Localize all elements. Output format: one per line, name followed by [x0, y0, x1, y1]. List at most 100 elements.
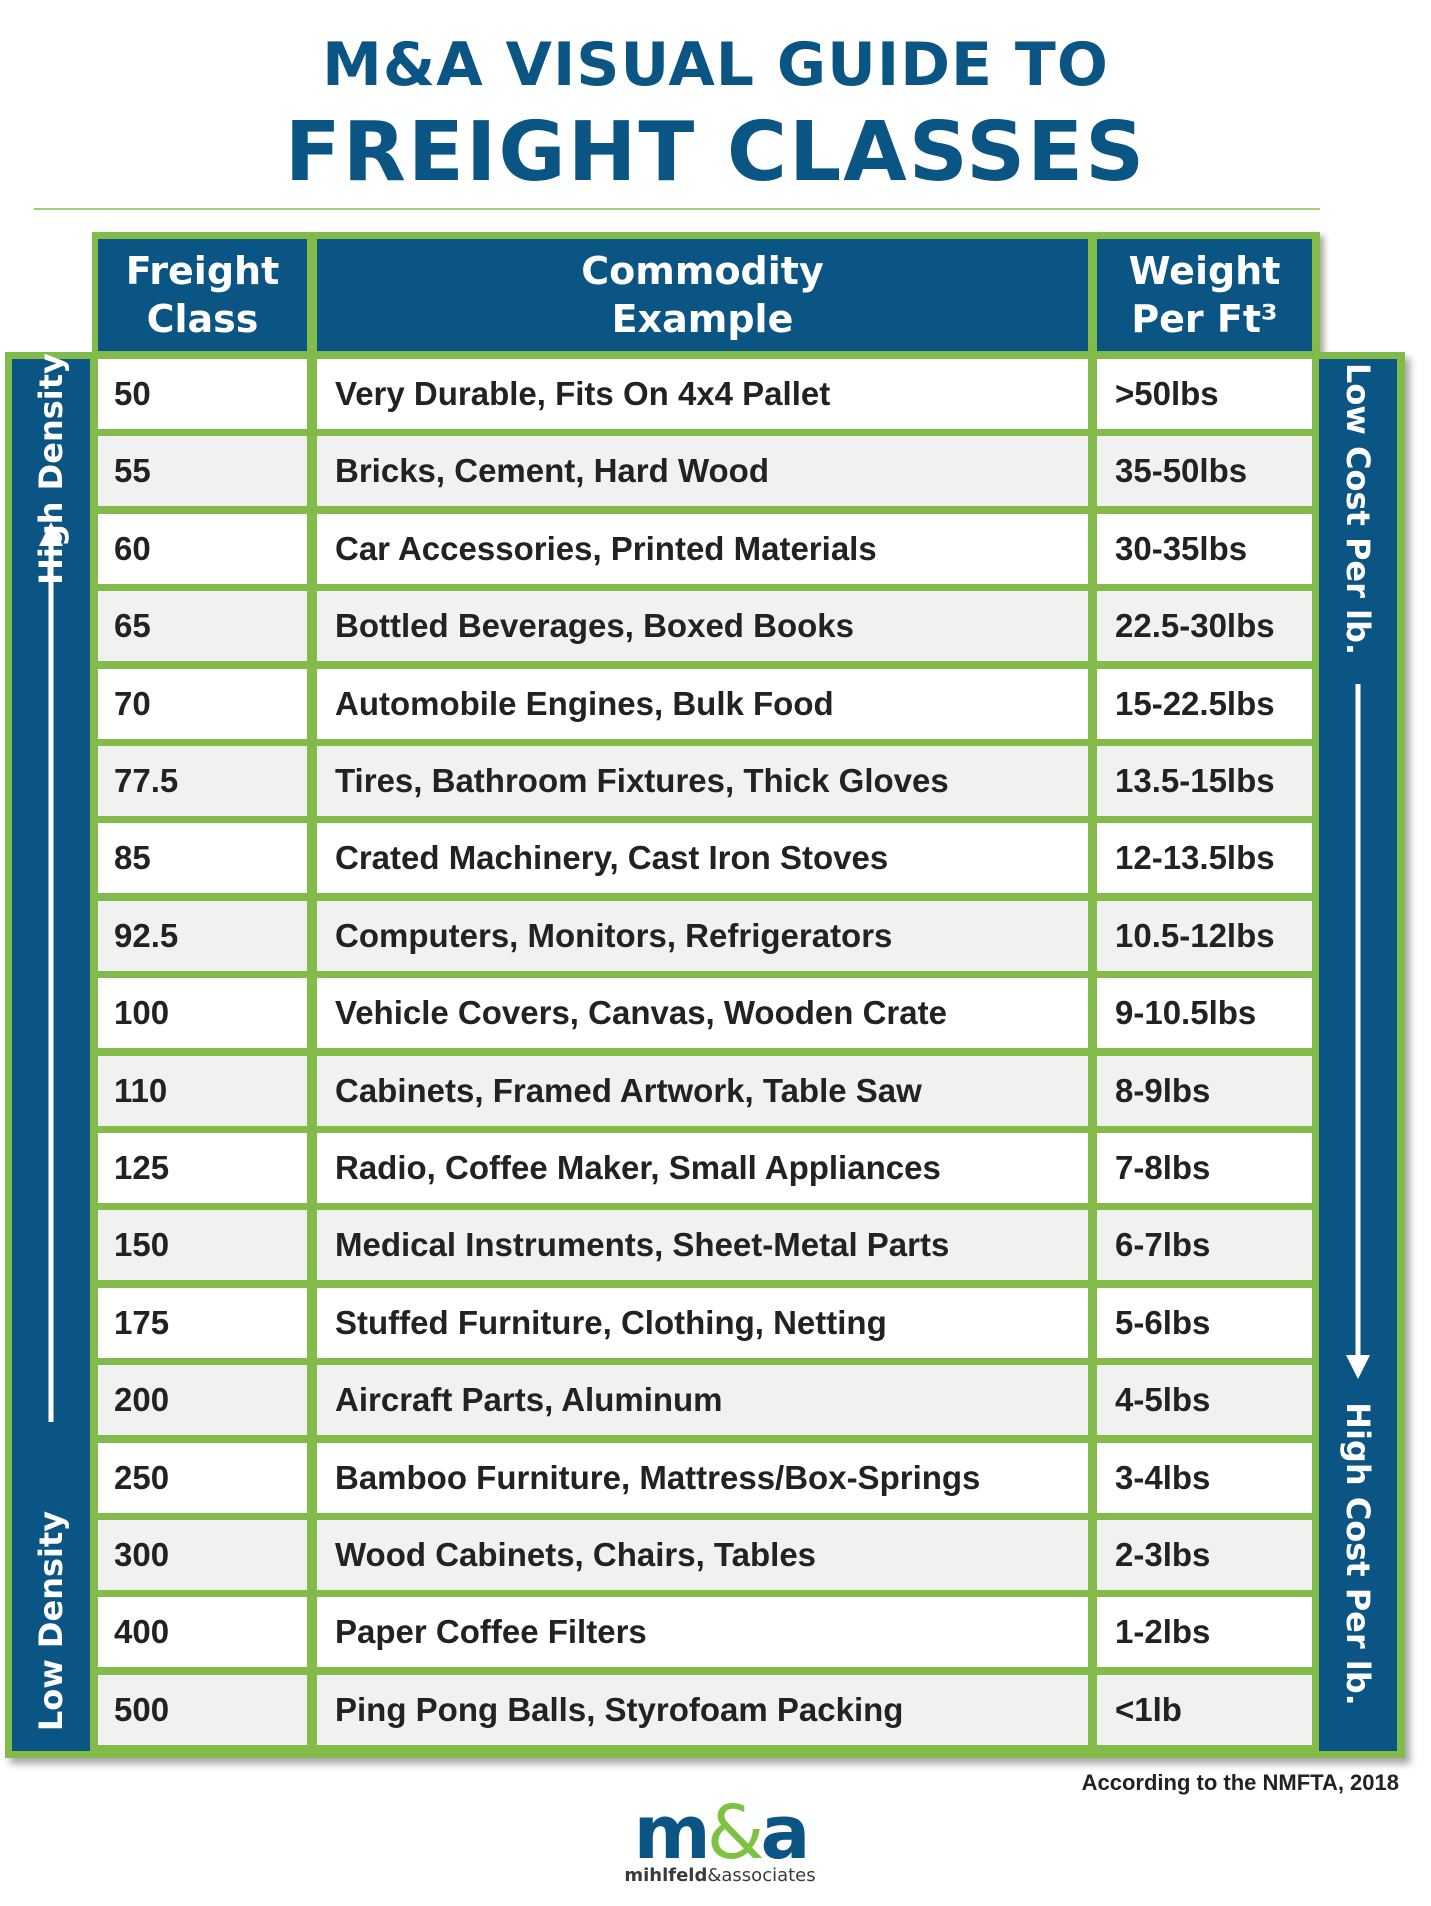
weight-cell: 15-22.5lbs — [1097, 668, 1312, 739]
freight-class-cell: 77.5 — [98, 746, 307, 816]
table-row: 70 Automobile Engines, Bulk Food 15-22.5lb… — [98, 668, 1312, 739]
freight-class-cell: 125 — [98, 1133, 307, 1203]
title-divider — [34, 208, 1320, 210]
source-note: According to the NMFTA, 2018 — [1081, 1770, 1399, 1795]
commodity-example-cell: Car Accessories, Printed Materials — [317, 513, 1088, 584]
logo-wordmark-bold: mihlfeld — [624, 1865, 708, 1886]
weight-cell: 10.5-12lbs — [1097, 900, 1312, 971]
logo-wordmark: mihlfeld&associates — [620, 1866, 820, 1886]
table-row: 55 Bricks, Cement, Hard Wood 35-50lbs — [98, 436, 1312, 507]
header-weight-per-ft3: Weight Per Ft³ — [1097, 239, 1312, 351]
table-row: 85 Crated Machinery, Cast Iron Stoves 12-1… — [98, 823, 1312, 894]
logo-mark: m&a — [620, 1796, 820, 1870]
freight-class-cell: 175 — [98, 1287, 307, 1358]
table-row: 77.5 Tires, Bathroom Fixtures, Thick Glov… — [98, 746, 1312, 816]
weight-cell: 9-10.5lbs — [1097, 978, 1312, 1049]
table-row: 150 Medical Instruments, Sheet-Metal Part… — [98, 1210, 1312, 1281]
weight-cell: 8-9lbs — [1097, 1055, 1312, 1126]
table-row: 100 Vehicle Covers, Canvas, Wooden Crate 9… — [98, 978, 1312, 1049]
freight-class-cell: 500 — [98, 1674, 307, 1745]
logo-a: a — [760, 1790, 810, 1876]
weight-cell: 4-5lbs — [1097, 1365, 1312, 1436]
freight-class-cell: 400 — [98, 1597, 307, 1668]
commodity-example-cell: Automobile Engines, Bulk Food — [317, 668, 1088, 739]
freight-class-cell: 60 — [98, 513, 307, 584]
table-row: 200 Aircraft Parts, Aluminum 4-5lbs — [98, 1365, 1312, 1436]
cost-band: Low Cost Per lb. High Cost Per lb. — [1319, 359, 1397, 1751]
weight-cell: 1-2lbs — [1097, 1597, 1312, 1668]
commodity-example-cell: Vehicle Covers, Canvas, Wooden Crate — [317, 978, 1088, 1049]
title-line-2: FREIGHT CLASSES — [284, 105, 1147, 200]
density-band: High Density Low Density — [12, 353, 90, 1751]
arrow-down-icon — [1346, 684, 1370, 1379]
arrow-up-icon — [39, 522, 63, 1422]
weight-cell: 35-50lbs — [1097, 436, 1312, 507]
table-row: 250 Bamboo Furniture, Mattress/Box-Spring… — [98, 1442, 1312, 1513]
commodity-example-cell: Crated Machinery, Cast Iron Stoves — [317, 823, 1088, 894]
weight-cell: 12-13.5lbs — [1097, 823, 1312, 894]
commodity-example-cell: Cabinets, Framed Artwork, Table Saw — [317, 1055, 1088, 1126]
weight-cell: 5-6lbs — [1097, 1287, 1312, 1358]
table-row: 125 Radio, Coffee Maker, Small Appliances… — [98, 1133, 1312, 1203]
header-label: Commodity — [581, 249, 824, 293]
commodity-example-cell: Very Durable, Fits On 4x4 Pallet — [317, 359, 1088, 429]
commodity-example-cell: Ping Pong Balls, Styrofoam Packing — [317, 1674, 1088, 1745]
freight-class-cell: 50 — [98, 359, 307, 429]
weight-cell: 6-7lbs — [1097, 1210, 1312, 1281]
weight-cell: <1lb — [1097, 1674, 1312, 1745]
commodity-example-cell: Bricks, Cement, Hard Wood — [317, 436, 1088, 507]
weight-cell: >50lbs — [1097, 359, 1312, 429]
header-label: Weight — [1128, 249, 1281, 293]
freight-class-cell: 92.5 — [98, 900, 307, 971]
commodity-example-cell: Radio, Coffee Maker, Small Appliances — [317, 1133, 1088, 1203]
table-row: 50 Very Durable, Fits On 4x4 Pallet >50lbs — [98, 359, 1312, 429]
weight-cell: 13.5-15lbs — [1097, 746, 1312, 816]
commodity-example-cell: Paper Coffee Filters — [317, 1597, 1088, 1668]
freight-class-cell: 250 — [98, 1442, 307, 1513]
table-row: 110 Cabinets, Framed Artwork, Table Saw 8-… — [98, 1055, 1312, 1126]
table-row: 400 Paper Coffee Filters 1-2lbs — [98, 1597, 1312, 1668]
freight-class-cell: 110 — [98, 1055, 307, 1126]
title-line-1: M&A VISUAL GUIDE TO — [322, 30, 1109, 100]
commodity-example-cell: Stuffed Furniture, Clothing, Netting — [317, 1287, 1088, 1358]
table-row: 500 Ping Pong Balls, Styrofoam Packing <1l… — [98, 1674, 1312, 1745]
high-cost-label: High Cost Per lb. — [1339, 1402, 1377, 1706]
commodity-example-cell: Computers, Monitors, Refrigerators — [317, 900, 1088, 971]
weight-cell: 30-35lbs — [1097, 513, 1312, 584]
company-logo: m&a mihlfeld&associates — [620, 1796, 820, 1886]
low-density-label: Low Density — [32, 1510, 70, 1732]
table-row: 300 Wood Cabinets, Chairs, Tables 2-3lbs — [98, 1520, 1312, 1590]
freight-class-cell: 150 — [98, 1210, 307, 1281]
low-cost-label: Low Cost Per lb. — [1339, 362, 1377, 656]
commodity-example-cell: Medical Instruments, Sheet-Metal Parts — [317, 1210, 1088, 1281]
commodity-example-cell: Bamboo Furniture, Mattress/Box-Springs — [317, 1442, 1088, 1513]
table-row: 92.5 Computers, Monitors, Refrigerators 10… — [98, 900, 1312, 971]
commodity-example-cell: Wood Cabinets, Chairs, Tables — [317, 1520, 1088, 1590]
header-label: Example — [611, 297, 794, 341]
table-body: High Density Low Density Low Cost Per lb… — [5, 352, 1405, 1758]
header-freight-class: Freight Class — [98, 239, 307, 351]
header-commodity-example: Commodity Example — [317, 239, 1088, 351]
weight-cell: 3-4lbs — [1097, 1442, 1312, 1513]
commodity-example-cell: Bottled Beverages, Boxed Books — [317, 591, 1088, 662]
table-row: 65 Bottled Beverages, Boxed Books 22.5-30l… — [98, 591, 1312, 662]
logo-wordmark-rest: &associates — [707, 1865, 816, 1886]
weight-cell: 22.5-30lbs — [1097, 591, 1312, 662]
commodity-example-cell: Tires, Bathroom Fixtures, Thick Gloves — [317, 746, 1088, 816]
logo-ampersand: & — [706, 1790, 765, 1876]
table-row: 60 Car Accessories, Printed Materials 30-3… — [98, 513, 1312, 584]
weight-cell: 7-8lbs — [1097, 1133, 1312, 1203]
table-header: Freight Class Commodity Example Weight P… — [92, 232, 1320, 355]
logo-m: m — [633, 1790, 711, 1876]
weight-cell: 2-3lbs — [1097, 1520, 1312, 1590]
table-row: 175 Stuffed Furniture, Clothing, Netting 5… — [98, 1287, 1312, 1358]
freight-class-cell: 100 — [98, 978, 307, 1049]
freight-class-cell: 85 — [98, 823, 307, 894]
freight-class-cell: 70 — [98, 668, 307, 739]
header-label: Per Ft³ — [1131, 297, 1278, 341]
freight-class-cell: 65 — [98, 591, 307, 662]
header-label: Freight — [125, 249, 280, 293]
header-label: Class — [146, 297, 259, 341]
freight-class-cell: 300 — [98, 1520, 307, 1590]
freight-class-cell: 200 — [98, 1365, 307, 1436]
